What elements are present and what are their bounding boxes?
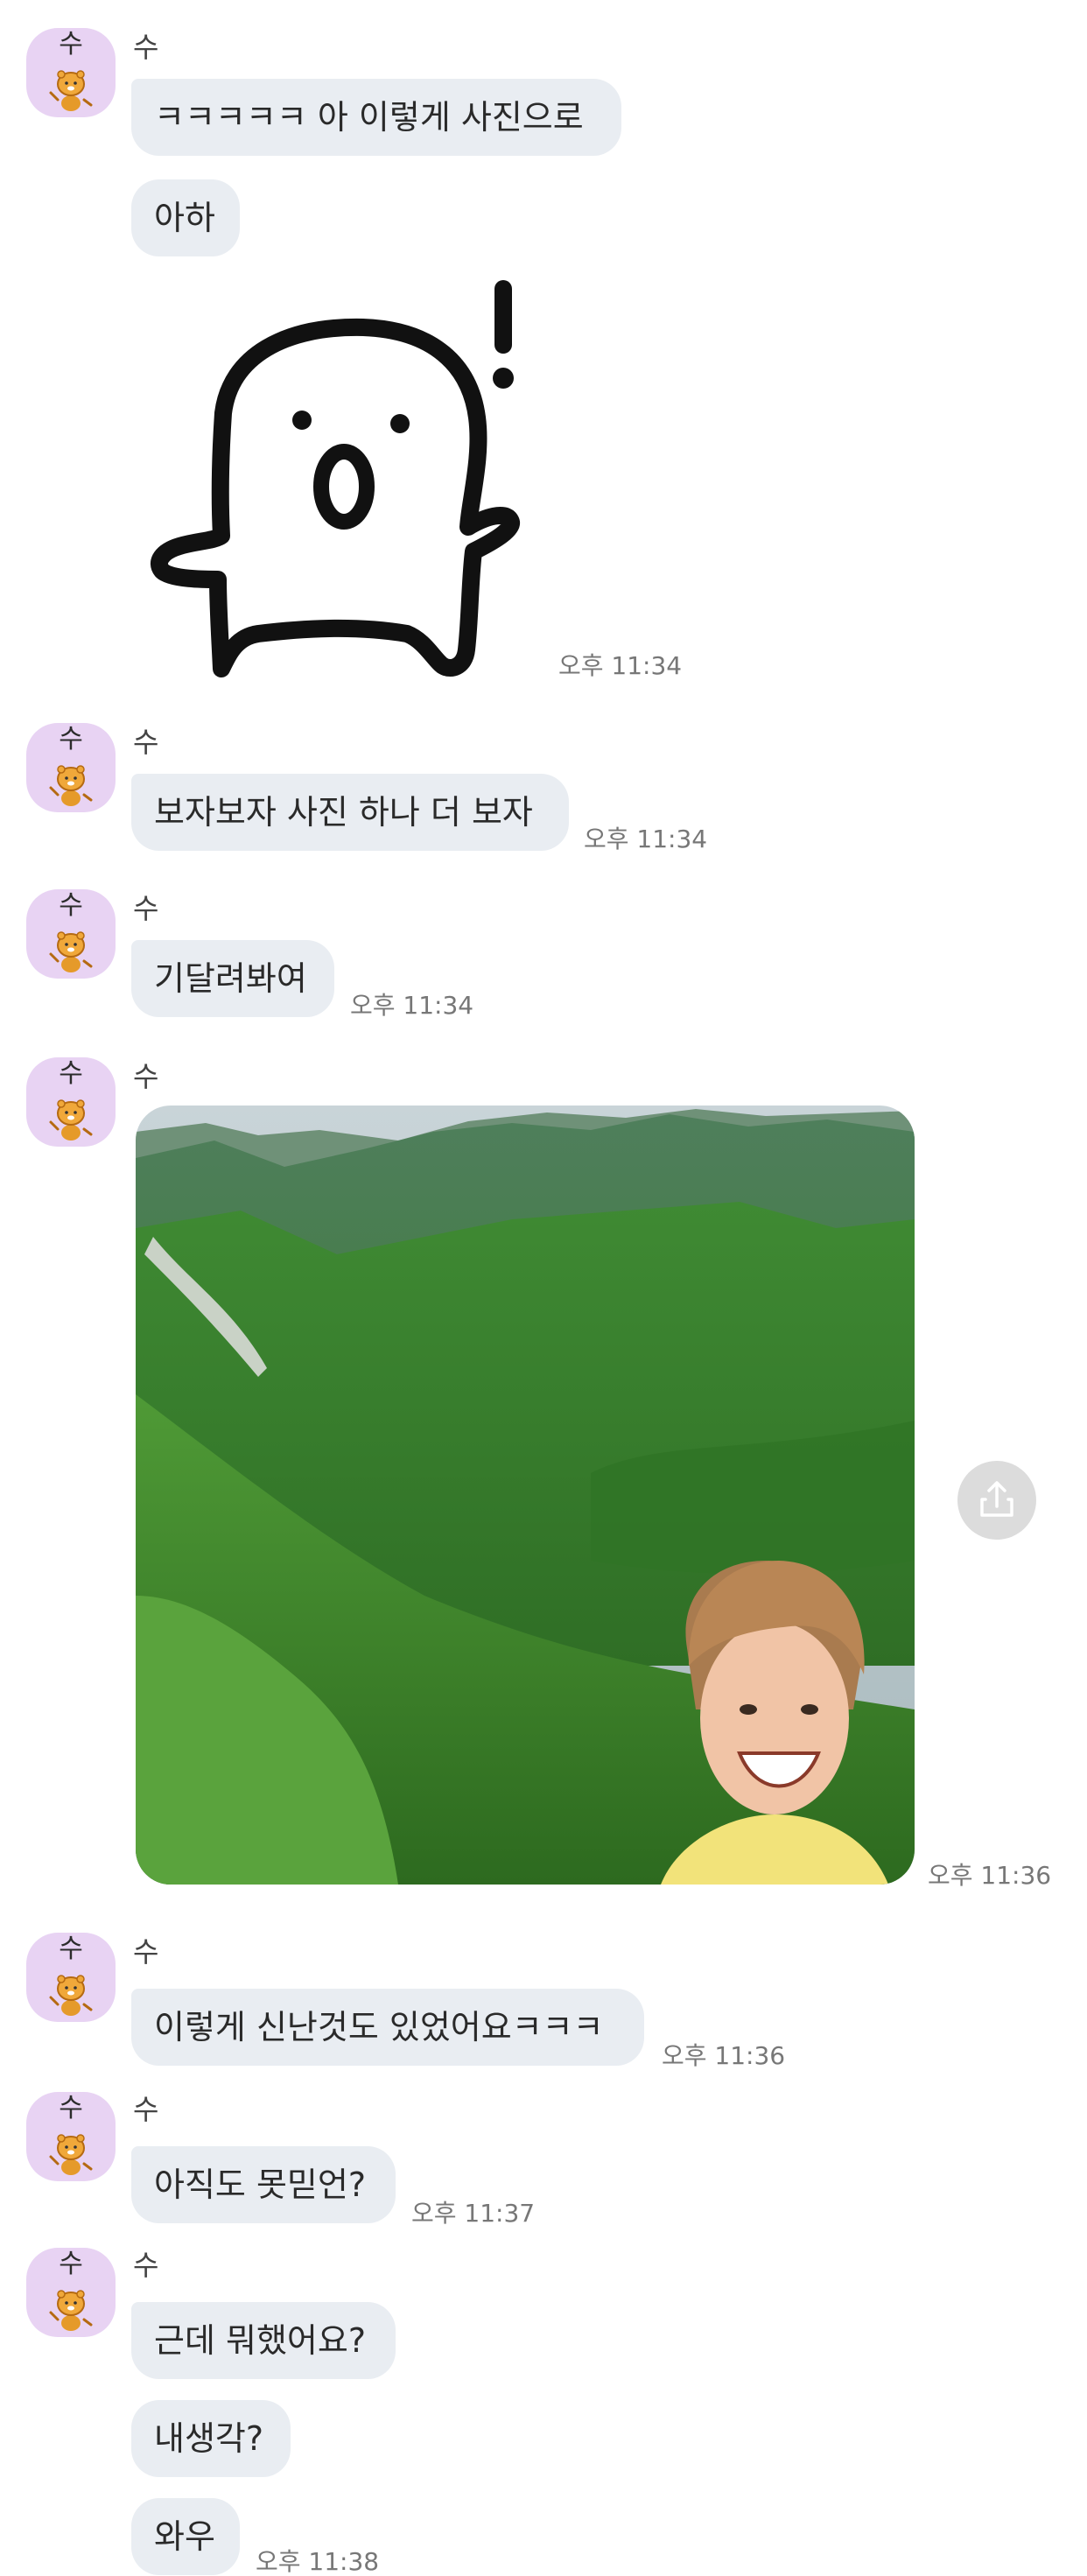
sender-name: 수 (133, 2249, 159, 2282)
message-bubble[interactable]: 기달려봐여 (131, 940, 334, 1017)
avatar[interactable]: 수 (26, 1933, 116, 2022)
sender-name: 수 (133, 1935, 159, 1969)
kakao-ryan-avatar-icon (49, 2290, 93, 2331)
avatar[interactable]: 수 (26, 1057, 116, 1147)
sender-name: 수 (133, 1060, 159, 1093)
kakao-ryan-avatar-icon (49, 765, 93, 806)
surprised-ghost-sticker[interactable] (144, 273, 529, 684)
message-time: 오후 11:36 (662, 2041, 786, 2070)
message-time: 오후 11:34 (558, 651, 683, 680)
kakao-ryan-avatar-icon (49, 2134, 93, 2175)
message-bubble[interactable]: 내생각? (131, 2400, 291, 2477)
kakao-ryan-avatar-icon (49, 1975, 93, 2016)
avatar[interactable]: 수 (26, 2092, 116, 2181)
message-bubble[interactable]: 근데 뭐했어요? (131, 2302, 396, 2379)
message-time: 오후 11:34 (350, 991, 474, 1020)
message-bubble[interactable]: 이렇게 신난것도 있었어요ㅋㅋㅋ (131, 1989, 644, 2066)
sender-name: 수 (133, 31, 159, 64)
message-bubble[interactable]: 와우 (131, 2498, 240, 2575)
mountain-selfie-photo (136, 1106, 915, 1885)
avatar[interactable]: 수 (26, 28, 116, 117)
kakao-ryan-avatar-icon (49, 931, 93, 972)
avatar[interactable]: 수 (26, 723, 116, 812)
message-time: 오후 11:37 (411, 2199, 536, 2228)
message-bubble[interactable]: 아직도 못믿언? (131, 2146, 396, 2223)
share-button[interactable] (957, 1461, 1036, 1540)
share-icon (980, 1481, 1013, 1517)
message-time: 오후 11:34 (584, 825, 708, 853)
avatar[interactable]: 수 (26, 2248, 116, 2337)
message-bubble[interactable]: 아하 (131, 179, 240, 256)
kakao-ryan-avatar-icon (49, 70, 93, 111)
sender-name: 수 (133, 892, 159, 925)
avatar[interactable]: 수 (26, 889, 116, 979)
sender-name: 수 (133, 2093, 159, 2126)
message-bubble[interactable]: ㅋㅋㅋㅋㅋ 아 이렇게 사진으로 (131, 79, 621, 156)
sender-name: 수 (133, 726, 159, 759)
photo-message[interactable] (136, 1106, 915, 1885)
message-time: 오후 11:36 (928, 1861, 1052, 1890)
kakao-ryan-avatar-icon (49, 1099, 93, 1141)
message-bubble[interactable]: 보자보자 사진 하나 더 보자 (131, 774, 569, 851)
